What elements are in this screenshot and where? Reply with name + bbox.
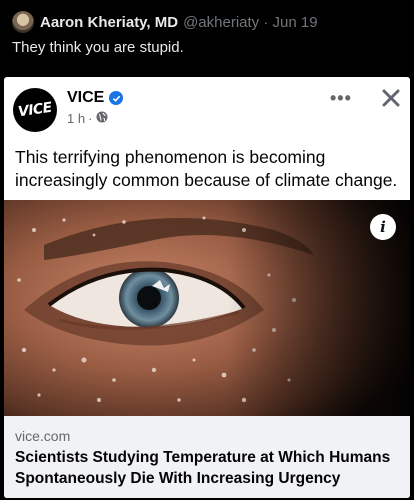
tweet-date[interactable]: Jun 19 [273, 14, 318, 31]
more-options-icon[interactable]: ••• [330, 89, 352, 107]
post-header: VICE VICE 1 h · ••• [4, 77, 410, 139]
post-time[interactable]: 1 h [67, 111, 85, 126]
author-name[interactable]: Aaron Kheriaty, MD [40, 14, 178, 31]
sweaty-eye-photo [4, 200, 410, 416]
globe-icon [96, 111, 108, 126]
meta-separator: · [88, 111, 93, 126]
link-domain: vice.com [15, 428, 71, 444]
dot-separator: · [263, 13, 269, 31]
info-icon[interactable]: i [370, 214, 396, 240]
post-text: This terrifying phenomenon is becoming i… [15, 147, 398, 190]
tweet-text: They think you are stupid. [12, 39, 184, 56]
link-title[interactable]: Scientists Studying Temperature at Which… [15, 447, 400, 489]
handle-text[interactable]: @akheriaty [183, 14, 259, 31]
logo-text: VICE [17, 99, 53, 121]
avatar[interactable] [12, 11, 34, 33]
page-name[interactable]: VICE [67, 89, 124, 107]
post-meta: 1 h · [67, 111, 108, 126]
page-name-text[interactable]: VICE [67, 89, 104, 107]
verified-badge-icon [109, 91, 124, 105]
link-preview[interactable]: vice.com Scientists Studying Temperature… [4, 416, 410, 498]
post-image[interactable]: i [4, 200, 410, 416]
embedded-post-card: VICE VICE 1 h · ••• This terrifying phen… [4, 77, 410, 498]
vice-logo[interactable]: VICE [13, 88, 57, 132]
tweet-header: Aaron Kheriaty, MD @akheriaty · Jun 19 [12, 10, 318, 34]
author-handle: @akheriaty · Jun 19 [183, 14, 317, 31]
close-icon[interactable] [380, 87, 402, 109]
